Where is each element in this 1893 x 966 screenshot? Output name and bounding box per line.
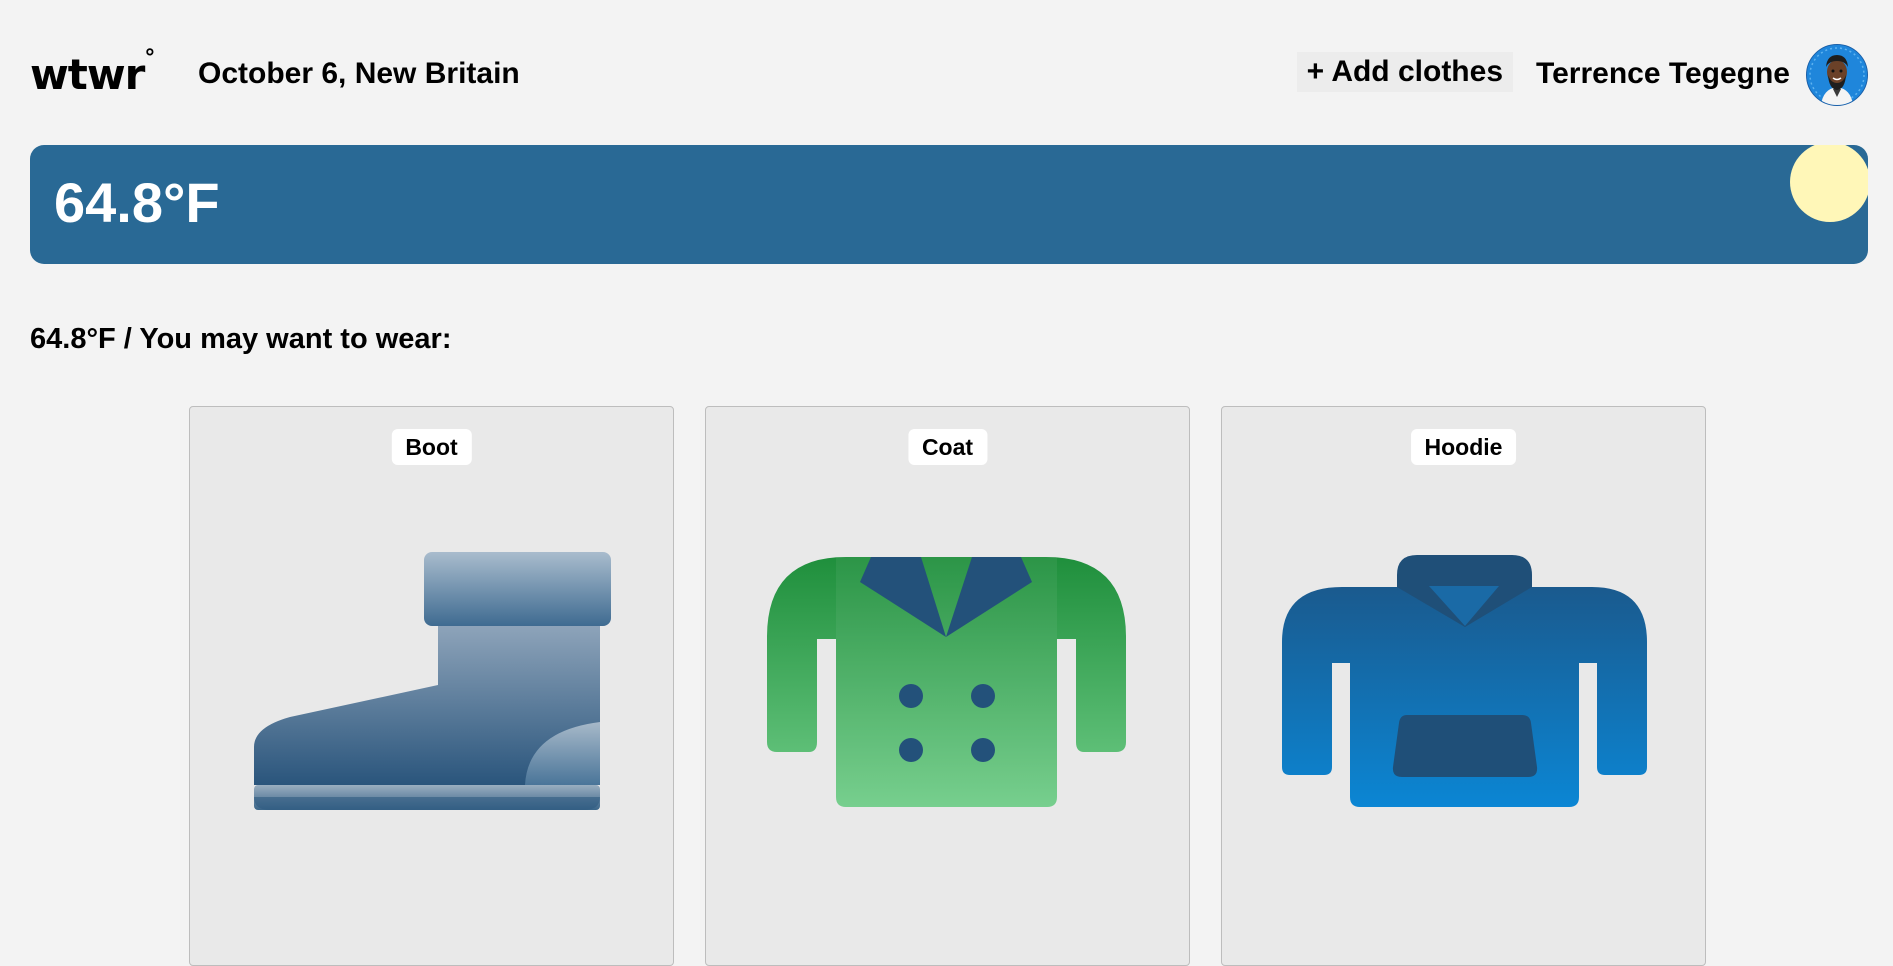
date-location: October 6, New Britain — [198, 57, 520, 90]
logo-text: wtwr — [30, 50, 145, 99]
item-card-hoodie[interactable]: Hoodie — [1221, 406, 1706, 966]
weather-card: 64.8°F — [30, 145, 1868, 264]
item-card-title: Boot — [391, 429, 472, 465]
boot-icon — [254, 552, 611, 810]
coat-icon — [767, 557, 1126, 807]
recommendation-text: 64.8°F / You may want to wear: — [30, 323, 452, 355]
item-card-coat[interactable]: Coat — [705, 406, 1190, 966]
add-clothes-button[interactable]: + Add clothes — [1296, 52, 1513, 92]
logo[interactable]: wtwr° — [30, 48, 155, 96]
logo-degree: ° — [144, 46, 155, 71]
sun-icon — [1790, 145, 1868, 222]
hoodie-icon — [1282, 555, 1647, 807]
user-name[interactable]: Terrence Tegegne — [1536, 56, 1790, 92]
avatar[interactable] — [1806, 44, 1868, 106]
item-card-boot[interactable]: Boot — [189, 406, 674, 966]
item-card-title: Hoodie — [1410, 429, 1517, 465]
item-card-title: Coat — [907, 429, 988, 465]
header: wtwr° October 6, New Britain + Add cloth… — [30, 40, 1868, 106]
weather-temperature: 64.8°F — [54, 171, 220, 234]
avatar-image — [1807, 45, 1867, 105]
